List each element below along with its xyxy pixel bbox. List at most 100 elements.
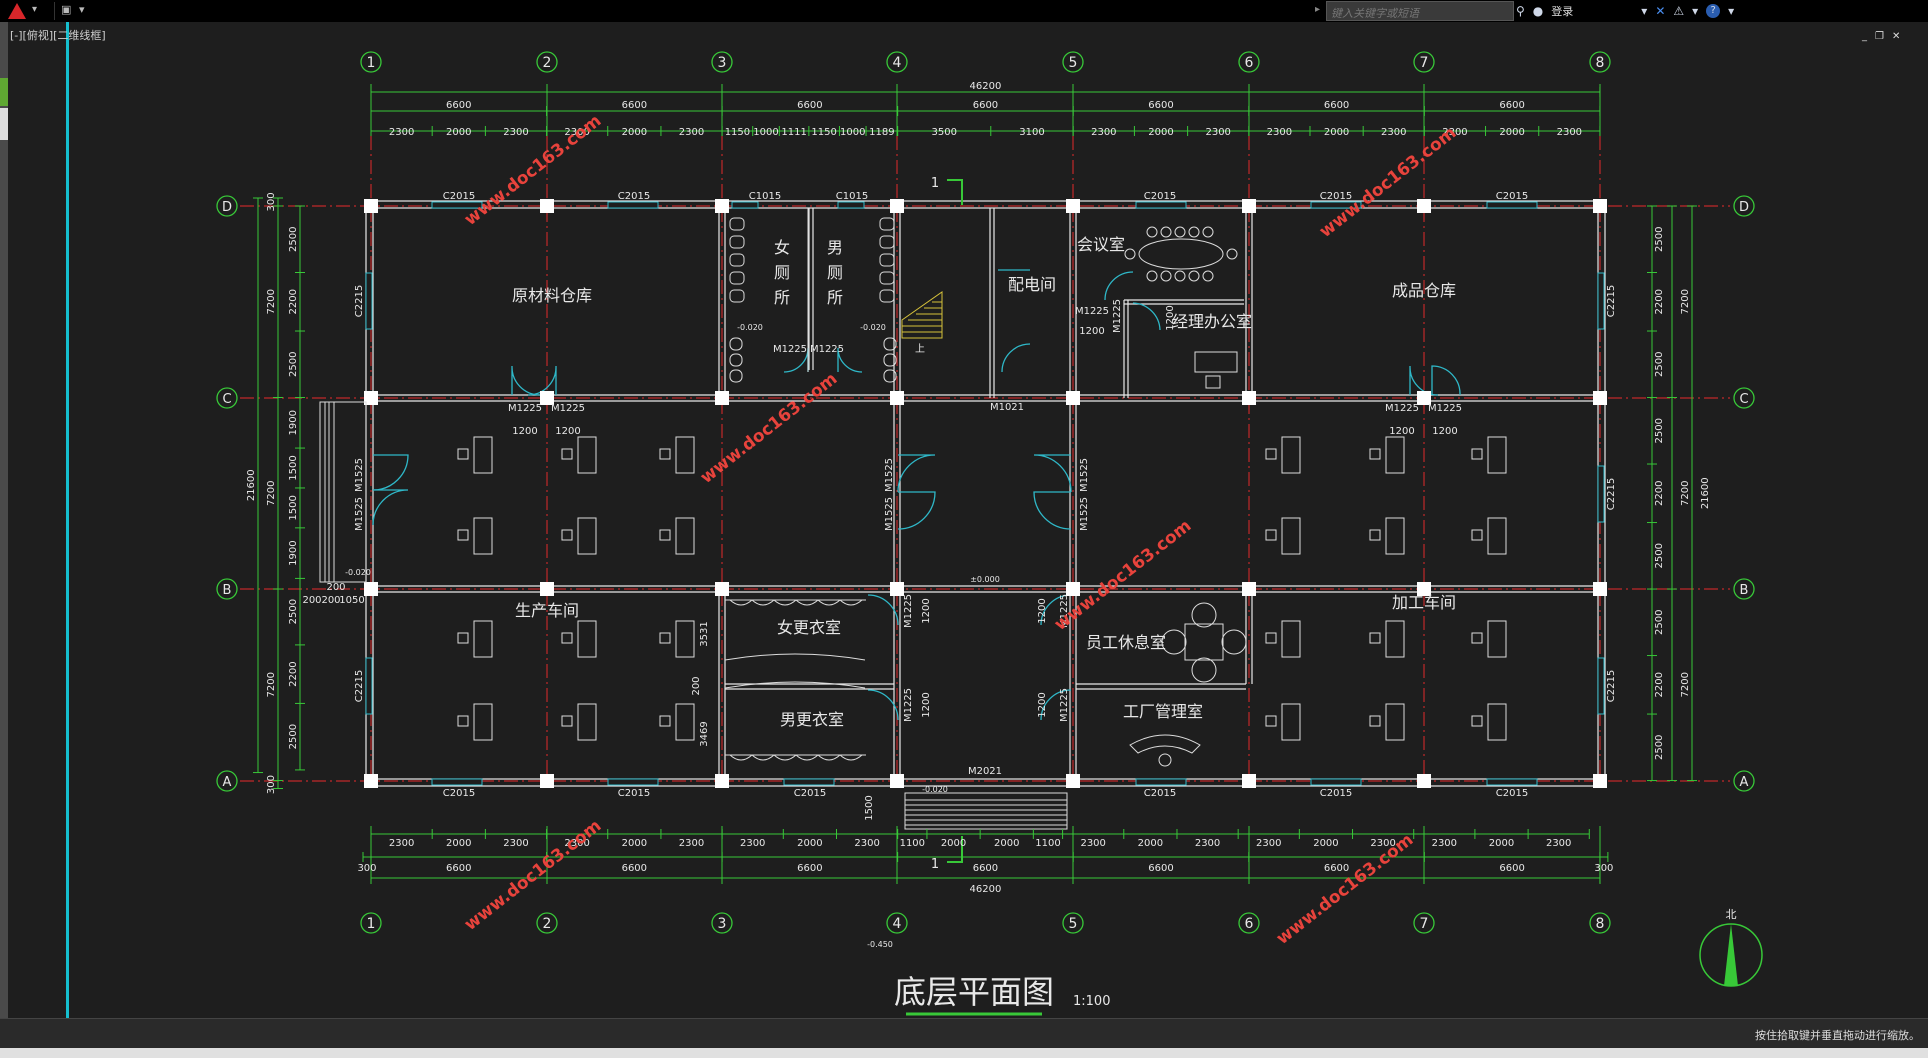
chair [1471, 448, 1483, 460]
desk [675, 436, 695, 474]
svg-text:M1225: M1225 [1385, 403, 1419, 414]
svg-text:1: 1 [931, 857, 939, 872]
desk [675, 620, 695, 658]
svg-text:200: 200 [326, 582, 345, 593]
room-labels: 原材料仓库 女 厕 所 男 厕 所 配电间 会议室 经理办公室 成品仓库 生产车… [512, 235, 1456, 729]
locker [839, 599, 863, 606]
svg-text:200: 200 [302, 595, 321, 606]
drawing-canvas[interactable]: 462006600 6600 6600 6600 6600 6600 66002300 200… [0, 22, 1928, 1022]
armchair [1191, 657, 1217, 683]
dimension-value: 2500 [288, 352, 299, 377]
dimension-value: 2500 [1654, 227, 1665, 252]
dimension-value: 6600 [1499, 863, 1524, 874]
chair [1160, 270, 1172, 282]
desk [675, 517, 695, 555]
chair [457, 715, 469, 727]
expand-arrow-icon[interactable]: ▸ [1315, 4, 1320, 15]
locker [839, 754, 863, 761]
login-button[interactable]: 登录 [1551, 3, 1573, 19]
dimension-value: 300 [266, 775, 277, 794]
network-icon[interactable]: ⚠ [1673, 4, 1684, 18]
search-box[interactable]: ▸ [1315, 1, 1514, 23]
dimension-value: 300 [1594, 863, 1613, 874]
axis-number: 2 [543, 916, 552, 932]
desk [675, 703, 695, 741]
desk [1281, 703, 1301, 741]
toilet [879, 289, 895, 303]
help-icon[interactable]: ? [1706, 4, 1721, 18]
chair [659, 715, 671, 727]
svg-text:C2015: C2015 [1144, 788, 1176, 799]
misc-dims: 200 200 200 1050 [302, 582, 364, 606]
axis-number: 8 [1596, 55, 1605, 71]
svg-text:M1021: M1021 [990, 402, 1024, 413]
save-icon[interactable]: ▣ [61, 3, 71, 16]
chair [1188, 226, 1200, 238]
dimension-value: 2200 [288, 661, 299, 686]
svg-text:1500: 1500 [864, 795, 875, 820]
vertical-component-tags: C2215 C2215 C2215 C2215 C2215 M1525 M152… [354, 285, 1617, 821]
dimension-value: 6600 [797, 100, 822, 111]
svg-text:1200: 1200 [1079, 326, 1104, 337]
binoculars-icon[interactable]: ⚲ [1516, 4, 1525, 18]
chair [1174, 226, 1186, 238]
svg-text:C2015: C2015 [794, 788, 826, 799]
north-arrow-icon: 北 [1699, 908, 1763, 987]
dimension-value: 1900 [288, 410, 299, 435]
exchange-icon[interactable]: ✕ [1655, 4, 1665, 18]
locker [729, 754, 753, 761]
locker [795, 599, 819, 606]
dimension-value: 300 [357, 863, 376, 874]
dimension-value: 46200 [970, 884, 1002, 895]
dimension-value: 7200 [1680, 672, 1691, 697]
locker [773, 599, 797, 606]
desk [1194, 351, 1238, 373]
application-menu-button[interactable]: ▾ [4, 1, 44, 21]
sink [729, 337, 743, 351]
dimension-value: 2300 [1080, 838, 1105, 849]
svg-text:1: 1 [931, 176, 939, 191]
svg-text:C2015: C2015 [1144, 191, 1176, 202]
locker [751, 599, 775, 606]
chair [1265, 529, 1277, 541]
drawing-title-block: 底层平面图 1:100 [894, 973, 1110, 1016]
grid-axis-bubbles: 1 1 2 2 3 3 4 4 5 5 6 6 7 7 8 8 D D C C B B A A [216, 51, 1755, 934]
chair [1146, 270, 1158, 282]
chair [1369, 632, 1381, 644]
chair [457, 529, 469, 541]
svg-text:200: 200 [691, 676, 702, 695]
chevron-down-icon[interactable]: ▾ [1728, 4, 1734, 18]
chevron-down-icon[interactable]: ▾ [1641, 4, 1647, 18]
svg-text:C2215: C2215 [354, 285, 365, 317]
axis-number: 7 [1420, 916, 1429, 932]
chevron-down-icon[interactable]: ▾ [79, 3, 85, 16]
search-input[interactable] [1327, 4, 1509, 23]
room-power-room: 配电间 [1008, 275, 1056, 294]
dimension-value: 7200 [1680, 481, 1691, 506]
dimension-value: 6600 [622, 863, 647, 874]
chair [561, 632, 573, 644]
svg-text:M2021: M2021 [968, 766, 1002, 777]
chair [457, 448, 469, 460]
info-center: ⚲ ● 登录 ▾ ✕ ⚠ ▾ ? ▾ [1516, 2, 1734, 20]
svg-text:-0.020: -0.020 [922, 785, 948, 794]
quick-access-toolbar[interactable]: ▣ ▾ [54, 2, 95, 20]
desk [1385, 517, 1405, 555]
chair [1205, 375, 1221, 389]
axis-number: 6 [1245, 916, 1254, 932]
chevron-down-icon[interactable]: ▾ [1692, 4, 1698, 18]
meeting-table [1138, 238, 1224, 270]
dimension-value: 2300 [389, 838, 414, 849]
dimension-value: 2000 [1324, 127, 1349, 138]
svg-text:M1525: M1525 [884, 497, 895, 531]
watermarks: www.doc163.com www.doc163.com www.doc163… [461, 111, 1461, 949]
chair [561, 715, 573, 727]
dimension-value: 6600 [1499, 100, 1524, 111]
dimension-value: 6600 [622, 100, 647, 111]
chair [561, 529, 573, 541]
chair [1369, 529, 1381, 541]
dimension-value: 1111 [781, 127, 806, 138]
locker [773, 754, 797, 761]
svg-text:200: 200 [321, 595, 340, 606]
axis-number: 5 [1069, 916, 1078, 932]
